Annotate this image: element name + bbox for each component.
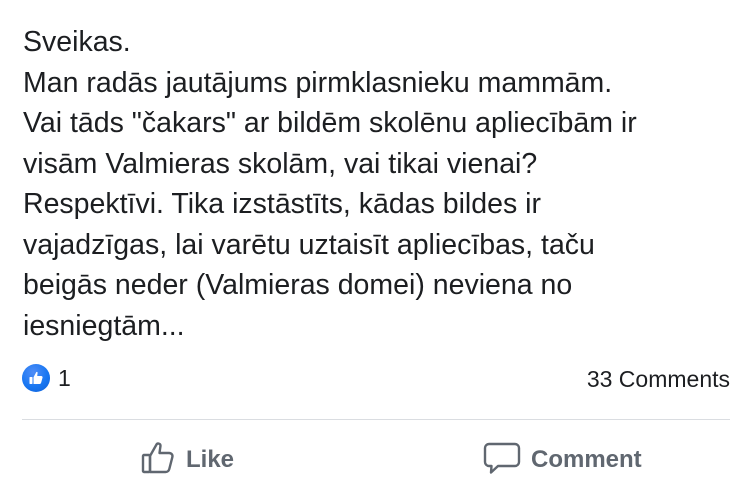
thumbs-up-outline-icon (140, 440, 176, 481)
post-body: Sveikas. Man radās jautājums pirmklasnie… (23, 22, 733, 346)
reaction-count: 1 (58, 364, 71, 391)
reactions-summary[interactable]: 1 (22, 364, 71, 392)
comment-button[interactable]: Comment (483, 440, 642, 480)
post-line: Sveikas. (23, 26, 131, 58)
post-line: Respektīvi. Tika izstāstīts, kādas bilde… (23, 188, 541, 220)
post-actions: Like Comment (0, 440, 750, 480)
like-icon (22, 364, 50, 392)
divider (22, 419, 730, 420)
post-line: Man radās jautājums pirmklasnieku mammām… (23, 66, 613, 99)
like-button-label: Like (186, 446, 235, 473)
post-line: vajadzīgas, lai varētu uztaisīt apliecīb… (23, 228, 595, 261)
post-stats: 1 33 Comments (22, 364, 730, 394)
post-line: visām Valmieras skolām, vai tikai vienai… (23, 147, 538, 180)
speech-bubble-icon (483, 440, 521, 481)
post-line: Vai tāds "čakars" ar bildēm skolēnu apli… (23, 107, 637, 139)
comments-count-link[interactable]: 33 Comments (587, 366, 730, 393)
post-line: beigās neder (Valmieras domei) neviena n… (23, 269, 573, 301)
like-button[interactable]: Like (140, 440, 234, 480)
post-line: iesniegtām... (23, 309, 185, 342)
comment-button-label: Comment (531, 446, 642, 473)
